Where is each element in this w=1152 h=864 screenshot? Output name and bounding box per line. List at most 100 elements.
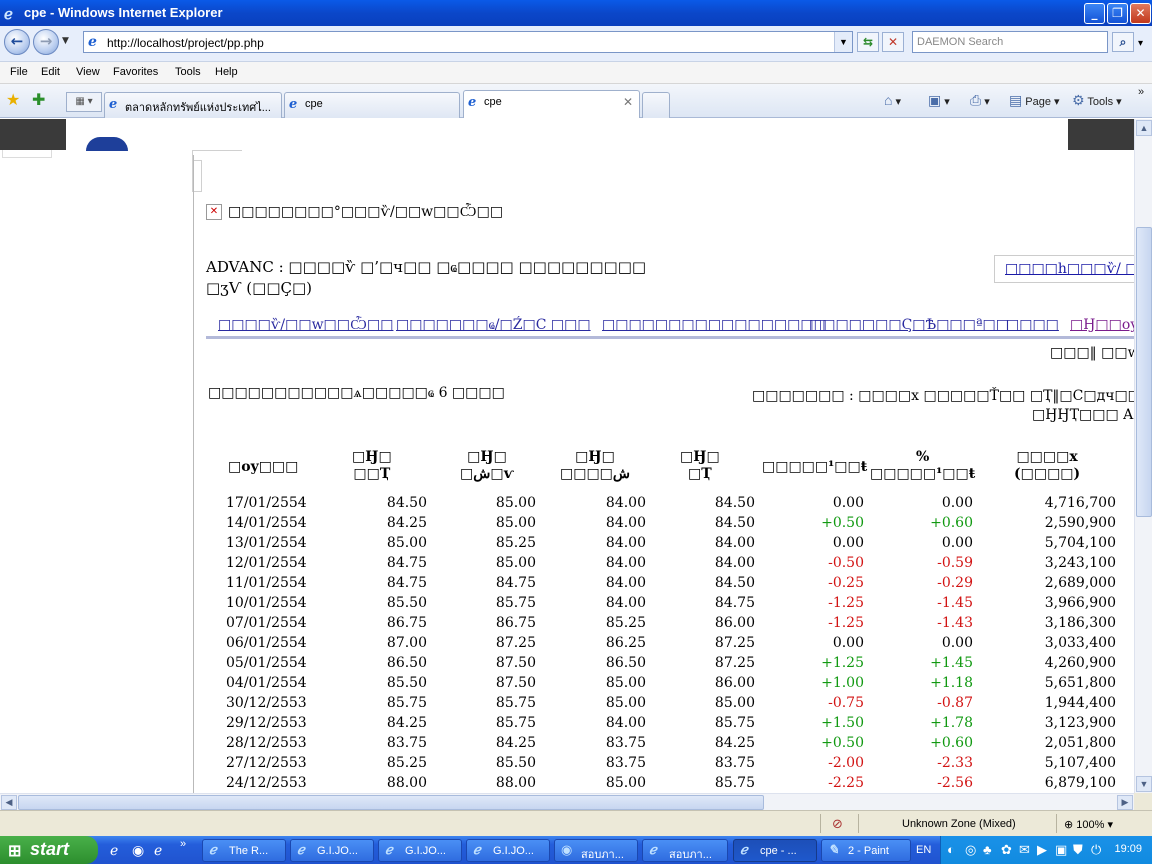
vertical-scrollbar[interactable]: ▲ ▼	[1134, 119, 1152, 793]
tray-icon[interactable]: ◐	[947, 842, 955, 857]
row-low: 85.00	[605, 775, 646, 791]
taskbar-button[interactable]: ℯ G.I.JO...	[378, 839, 462, 862]
tab-cpe[interactable]: e cpe	[284, 92, 460, 118]
tray-icon[interactable]: ▣	[1055, 842, 1067, 858]
new-tab-button[interactable]	[642, 92, 670, 118]
tab-cpe-active[interactable]: e cpe ✕	[463, 90, 640, 118]
tools-menu-button[interactable]: ⚙ Tools ▾	[1072, 92, 1122, 109]
nav-link[interactable]: □□□□□□□ҩ/□Ź□C □□□	[396, 317, 591, 334]
tray-icon[interactable]: ✿	[1001, 842, 1012, 858]
row-date: 06/01/2554	[226, 635, 307, 651]
row-volume: 3,123,900	[1044, 715, 1116, 731]
horizontal-scrollbar[interactable]: ◀ ▶	[0, 793, 1134, 810]
search-button[interactable]: ⌕	[1112, 32, 1134, 52]
taskbar-button[interactable]: ℯ cpe - ...	[733, 839, 817, 862]
row-high: 85.00	[495, 495, 536, 511]
menu-help[interactable]: Help	[215, 66, 238, 78]
stop-button[interactable]: ✕	[882, 32, 904, 52]
nav-link[interactable]: □□□□ѷ/□□w□□Ѽ□□	[218, 317, 393, 334]
row-high: 85.75	[495, 595, 536, 611]
nav-link[interactable]: □□□□□□□□□□□□□□□□□	[602, 317, 827, 333]
row-open: 83.75	[386, 735, 427, 751]
ie-quicklaunch-icon[interactable]: ℯ	[110, 842, 118, 859]
search-options-dropdown[interactable]: ▾	[1138, 38, 1143, 49]
scroll-left-button[interactable]: ◀	[1, 795, 17, 810]
horizontal-scroll-thumb[interactable]	[18, 795, 764, 810]
address-url[interactable]: http://localhost/project/pp.php	[107, 36, 264, 50]
side-link[interactable]: □□□□h□□□ѷ/ □□	[1005, 261, 1134, 277]
menu-favorites[interactable]: Favorites	[113, 66, 158, 78]
row-open: 84.25	[386, 515, 427, 531]
back-button[interactable]: ←	[4, 29, 30, 55]
minimize-button[interactable]: _	[1084, 3, 1105, 24]
search-input[interactable]: DAEMON Search	[912, 31, 1108, 53]
tab-set[interactable]: e ตลาดหลักทรัพย์แห่งประเทศไ...	[104, 92, 282, 118]
refresh-button[interactable]: ⇆	[857, 32, 879, 52]
row-pct-change: -1.43	[937, 615, 973, 631]
tray-icon[interactable]: ▶	[1037, 842, 1047, 858]
tray-icon[interactable]: ♣	[983, 842, 992, 857]
add-favorite-icon[interactable]: ✚	[32, 90, 45, 110]
quick-tabs-button[interactable]: ▦ ▾	[66, 92, 102, 112]
start-button[interactable]: ⊞ start	[0, 836, 98, 864]
toolbar-overflow[interactable]: »	[1138, 86, 1144, 98]
ie-quicklaunch-icon[interactable]: ℯ	[154, 842, 162, 859]
taskbar-button-label: สอบภา...	[581, 849, 624, 861]
quicklaunch-overflow[interactable]: »	[180, 838, 186, 850]
menu-tools[interactable]: Tools	[175, 66, 201, 78]
recent-pages-dropdown[interactable]: ▼	[62, 36, 69, 46]
print-button[interactable]: ⎙ ▾	[970, 92, 990, 109]
zoom-level[interactable]: ⊕ 100% ▾	[1064, 818, 1113, 831]
row-high: 86.75	[495, 615, 536, 631]
firefox-quicklaunch-icon[interactable]: ◉	[132, 842, 144, 859]
address-dropdown-button[interactable]: ▼	[834, 32, 852, 52]
nav-link[interactable]: □Ӈ□□oy	[1070, 317, 1134, 333]
feeds-button[interactable]: ▣ ▾	[928, 92, 950, 109]
menu-file[interactable]: File	[10, 66, 28, 78]
page-menu-button[interactable]: ▤ Page ▾	[1009, 92, 1060, 109]
row-high: 84.25	[495, 735, 536, 751]
tab-label: cpe	[484, 96, 502, 108]
menu-view[interactable]: View	[76, 66, 100, 78]
home-button[interactable]: ⌂ ▾	[884, 92, 901, 108]
taskbar-button[interactable]: ✎ 2 - Paint	[821, 839, 911, 862]
source-note-line2: □ӇӇҬ□□□ A	[1032, 407, 1134, 423]
tray-icon[interactable]: ⏻	[1091, 842, 1101, 858]
row-change: -1.25	[828, 615, 864, 631]
ie-icon: ℯ	[297, 843, 305, 858]
table-row: 11/01/2554 84.75 84.75 84.00 84.50 -0.25 -0.29…	[206, 573, 1116, 593]
row-close: 85.75	[714, 715, 755, 731]
row-low: 85.25	[605, 615, 646, 631]
row-high: 84.75	[495, 575, 536, 591]
taskbar-button[interactable]: ◉ สอบภา...	[554, 839, 638, 862]
address-bar[interactable]: e http://localhost/project/pp.php ▼	[83, 31, 853, 53]
taskbar-button[interactable]: ℯ G.I.JO...	[290, 839, 374, 862]
taskbar-button[interactable]: ℯ สอบภา...	[642, 839, 728, 862]
scroll-up-button[interactable]: ▲	[1136, 120, 1152, 136]
maximize-button[interactable]: ❐	[1107, 3, 1128, 24]
row-close: 87.25	[714, 655, 755, 671]
row-date: 17/01/2554	[226, 495, 307, 511]
taskbar-button[interactable]: ℯ G.I.JO...	[466, 839, 550, 862]
row-pct-change: +1.45	[930, 655, 973, 671]
language-indicator[interactable]: EN	[916, 844, 931, 856]
favorites-star-icon[interactable]: ★	[6, 90, 20, 110]
taskbar-button[interactable]: ℯ The R...	[202, 839, 286, 862]
nav-link[interactable]: □□□□□□□Ϛ□Ѣ□□□ª□□	[809, 317, 1009, 333]
close-tab-icon[interactable]: ✕	[623, 95, 633, 109]
forward-button[interactable]: →	[33, 29, 59, 55]
nav-link[interactable]: □□□□	[1006, 317, 1059, 333]
row-pct-change: 0.00	[941, 635, 973, 651]
tray-icon[interactable]: ✉	[1019, 842, 1030, 858]
tab-label: ตลาดหลักทรัพย์แห่งประเทศไ...	[125, 102, 271, 114]
scroll-right-button[interactable]: ▶	[1117, 795, 1133, 810]
tray-icon[interactable]: ◎	[965, 842, 976, 858]
row-low: 84.00	[605, 555, 646, 571]
close-button[interactable]: ✕	[1130, 3, 1151, 24]
vertical-scroll-thumb[interactable]	[1136, 227, 1152, 517]
tray-icon[interactable]: ⛊	[1073, 842, 1083, 858]
scroll-down-button[interactable]: ▼	[1136, 776, 1152, 792]
taskbar-button-label: สอบภา...	[669, 849, 712, 861]
zoom-icon: ⊕	[1064, 819, 1074, 831]
menu-edit[interactable]: Edit	[41, 66, 60, 78]
